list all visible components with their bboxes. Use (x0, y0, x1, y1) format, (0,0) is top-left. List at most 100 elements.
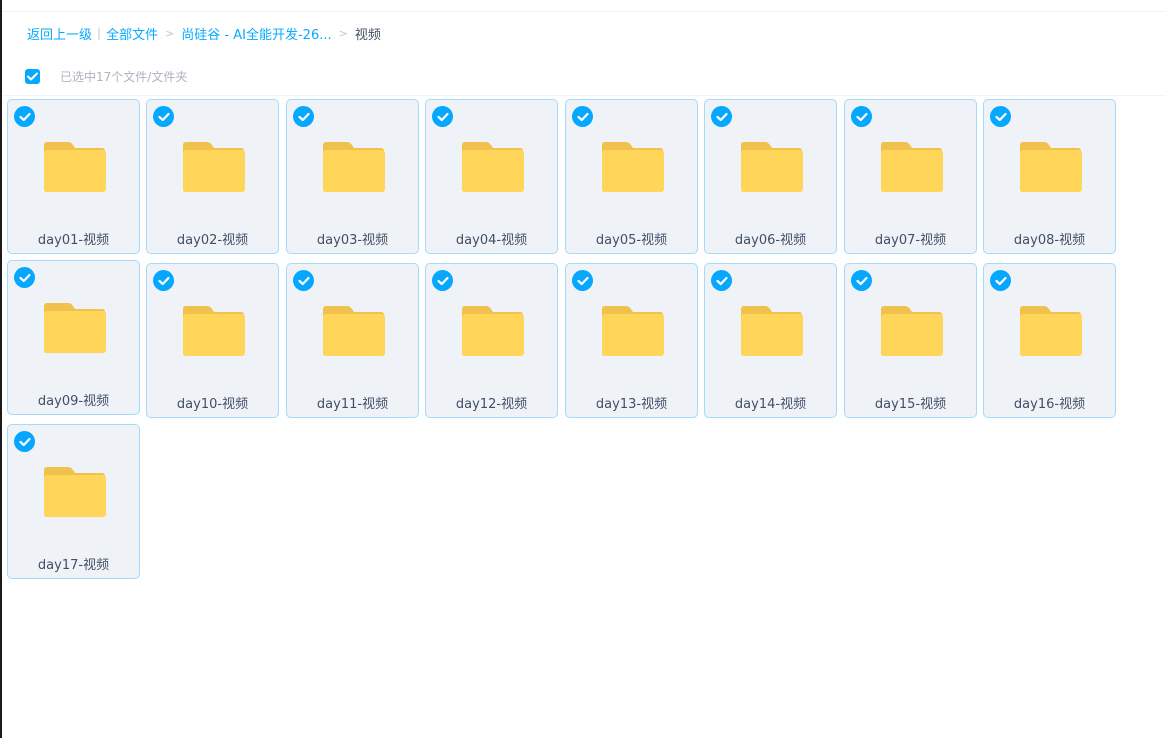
file-card[interactable]: day02-视频 (146, 99, 279, 254)
folder-icon (741, 306, 803, 356)
check-icon (297, 112, 310, 121)
folder-icon (462, 306, 524, 356)
file-card[interactable]: day17-视频 (7, 424, 140, 579)
file-select-checkbox[interactable] (153, 106, 174, 127)
folder-icon (323, 306, 385, 356)
file-name: day12-视频 (455, 397, 528, 412)
file-name: day11-视频 (316, 397, 389, 412)
file-card[interactable]: day05-视频 (565, 99, 698, 254)
check-icon (855, 112, 868, 121)
check-icon (576, 276, 589, 285)
file-select-checkbox[interactable] (851, 106, 872, 127)
file-name: day09-视频 (37, 394, 110, 409)
file-card[interactable]: day04-视频 (425, 99, 558, 254)
file-select-checkbox[interactable] (990, 270, 1011, 291)
file-select-checkbox[interactable] (293, 270, 314, 291)
breadcrumb: 返回上一级 | 全部文件 > 尚硅谷 - AI全能开发-26... > 视频 (27, 24, 381, 43)
file-card[interactable]: day08-视频 (983, 99, 1116, 254)
check-icon (18, 273, 31, 282)
file-card[interactable]: day13-视频 (565, 263, 698, 418)
file-card[interactable]: day10-视频 (146, 263, 279, 418)
check-icon (297, 276, 310, 285)
folder-icon (44, 142, 106, 192)
header-divider (2, 95, 1166, 96)
file-card[interactable]: day03-视频 (286, 99, 419, 254)
breadcrumb-all-files[interactable]: 全部文件 (106, 24, 158, 43)
check-icon (715, 112, 728, 121)
folder-icon (602, 306, 664, 356)
file-name: day05-视频 (595, 233, 668, 248)
file-card[interactable]: day01-视频 (7, 99, 140, 254)
folder-icon (462, 142, 524, 192)
folder-icon (741, 142, 803, 192)
folder-icon (183, 142, 245, 192)
file-name: day07-视频 (874, 233, 947, 248)
file-name: day17-视频 (37, 558, 110, 573)
file-name: day04-视频 (455, 233, 528, 248)
file-select-checkbox[interactable] (572, 270, 593, 291)
file-select-checkbox[interactable] (14, 267, 35, 288)
file-select-checkbox[interactable] (432, 106, 453, 127)
file-select-checkbox[interactable] (990, 106, 1011, 127)
file-select-checkbox[interactable] (851, 270, 872, 291)
check-icon (994, 112, 1007, 121)
breadcrumb-separator-icon: > (338, 26, 348, 40)
select-all-checkbox[interactable] (25, 68, 40, 84)
folder-icon (881, 306, 943, 356)
check-icon (576, 112, 589, 121)
file-select-checkbox[interactable] (14, 431, 35, 452)
file-name: day13-视频 (595, 397, 668, 412)
file-select-checkbox[interactable] (711, 106, 732, 127)
folder-icon (183, 306, 245, 356)
check-icon (855, 276, 868, 285)
check-icon (18, 112, 31, 121)
folder-icon (1020, 142, 1082, 192)
check-icon (157, 112, 170, 121)
check-icon (436, 276, 449, 285)
folder-icon (1020, 306, 1082, 356)
check-icon (436, 112, 449, 121)
file-name: day06-视频 (734, 233, 807, 248)
file-name: day01-视频 (37, 233, 110, 248)
file-select-checkbox[interactable] (711, 270, 732, 291)
check-icon (27, 72, 38, 80)
file-name: day10-视频 (176, 397, 249, 412)
file-select-checkbox[interactable] (432, 270, 453, 291)
file-card[interactable]: day16-视频 (983, 263, 1116, 418)
check-icon (157, 276, 170, 285)
folder-icon (323, 142, 385, 192)
file-card[interactable]: day11-视频 (286, 263, 419, 418)
file-card[interactable]: day12-视频 (425, 263, 558, 418)
breadcrumb-parent-folder[interactable]: 尚硅谷 - AI全能开发-26... (181, 24, 331, 43)
file-select-checkbox[interactable] (293, 106, 314, 127)
folder-icon (44, 303, 106, 353)
breadcrumb-separator-icon: > (165, 26, 175, 40)
check-icon (715, 276, 728, 285)
back-link[interactable]: 返回上一级 (27, 24, 92, 43)
file-select-checkbox[interactable] (14, 106, 35, 127)
file-card[interactable]: day14-视频 (704, 263, 837, 418)
file-name: day03-视频 (316, 233, 389, 248)
check-icon (18, 437, 31, 446)
file-card[interactable]: day07-视频 (844, 99, 977, 254)
file-card[interactable]: day15-视频 (844, 263, 977, 418)
file-name: day15-视频 (874, 397, 947, 412)
breadcrumb-pipe: | (97, 26, 102, 40)
selection-count: 已选中17个文件/文件夹 (60, 69, 188, 84)
file-name: day14-视频 (734, 397, 807, 412)
top-divider (2, 11, 1166, 12)
file-card[interactable]: day09-视频 (7, 260, 140, 415)
folder-icon (881, 142, 943, 192)
file-name: day16-视频 (1013, 397, 1086, 412)
file-name: day02-视频 (176, 233, 249, 248)
file-select-checkbox[interactable] (153, 270, 174, 291)
file-card[interactable]: day06-视频 (704, 99, 837, 254)
folder-icon (44, 467, 106, 517)
folder-icon (602, 142, 664, 192)
file-name: day08-视频 (1013, 233, 1086, 248)
selection-bar: 已选中17个文件/文件夹 (25, 68, 187, 84)
file-select-checkbox[interactable] (572, 106, 593, 127)
window-left-edge (0, 0, 2, 738)
check-icon (994, 276, 1007, 285)
breadcrumb-current: 视频 (354, 27, 381, 43)
